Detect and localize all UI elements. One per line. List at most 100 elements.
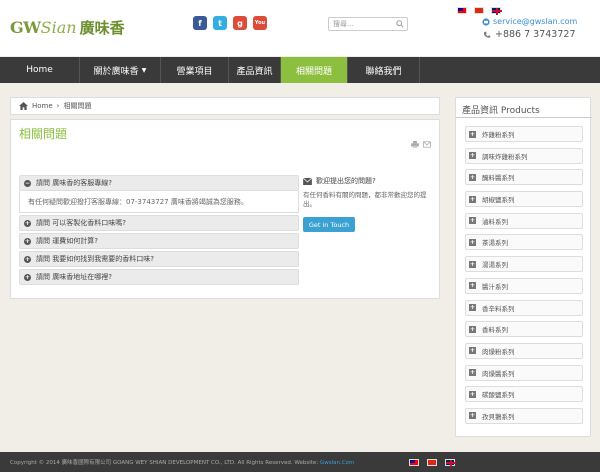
breadcrumb-home[interactable]: Home: [32, 102, 53, 110]
plus-circle-icon: +: [24, 237, 31, 245]
nav-item-contact[interactable]: 聯絡我們: [348, 57, 420, 83]
product-category-item[interactable]: + 胡椒鹽系列: [465, 191, 583, 208]
email-share-icon[interactable]: [423, 141, 431, 148]
ask-title: 歡迎提出您的問題?: [316, 177, 376, 185]
search-placeholder: 搜尋...: [333, 20, 354, 28]
email-icon: [482, 17, 490, 26]
china-flag-icon[interactable]: [427, 459, 437, 466]
twitter-icon[interactable]: t: [213, 16, 227, 30]
plus-icon: +: [469, 282, 476, 290]
page-tools: [411, 141, 431, 148]
faq-question: 請問 可以客製化香料口味嗎?: [36, 219, 126, 227]
phone-icon: [483, 31, 491, 38]
plus-icon: +: [469, 325, 476, 333]
breadcrumb-current: 相關問題: [63, 102, 92, 110]
faq-item[interactable]: + 請問 運費如何計算?: [19, 233, 299, 249]
category-label: 香料系列: [482, 326, 508, 335]
uk-flag-icon[interactable]: [445, 459, 456, 467]
product-category-item[interactable]: + 碳酸鹽系列: [465, 386, 583, 403]
plus-circle-icon: +: [24, 273, 31, 281]
taiwan-flag-icon[interactable]: [409, 459, 419, 466]
nav-label: Home: [26, 65, 53, 75]
plus-icon: +: [469, 260, 476, 268]
nav-item-home[interactable]: Home: [0, 57, 80, 83]
footer-website-link[interactable]: Gwslan.Com: [320, 460, 354, 466]
faq-question: 請問 廣味香的客服專線?: [36, 179, 112, 187]
breadcrumb: Home › 相關問題: [10, 97, 440, 115]
plus-icon: +: [469, 238, 476, 246]
product-category-item[interactable]: + 湯湯系列: [465, 256, 583, 273]
nav-item-services[interactable]: 營業項目: [161, 57, 229, 83]
email-text: service@gwslan.com: [493, 17, 578, 26]
sidebar-title: 產品資訊 Products: [462, 106, 540, 116]
category-label: 孜貝鵝系列: [482, 412, 515, 421]
faq-question: 請問 運費如何計算?: [36, 237, 98, 245]
search-icon[interactable]: [396, 20, 404, 28]
product-category-item[interactable]: + 炸雞粉系列: [465, 126, 583, 142]
nav-item-about[interactable]: 關於廣味香 ▼: [80, 57, 161, 83]
product-category-item[interactable]: + 醬汁系列: [465, 277, 583, 294]
search-input[interactable]: 搜尋...: [328, 17, 408, 31]
google-plus-icon[interactable]: g: [233, 16, 247, 30]
category-label: 碳酸鹽系列: [482, 391, 515, 400]
faq-question: 請問 我要如何找到我需要的香料口味?: [36, 255, 154, 263]
product-category-item[interactable]: + 茶湯系列: [465, 234, 583, 251]
faq-item[interactable]: + 請問 廣味香地址在哪裡?: [19, 269, 299, 285]
product-category-item[interactable]: + 調味炸雞粉系列: [465, 147, 583, 164]
facebook-icon[interactable]: f: [193, 16, 207, 30]
faq-answer-text: 有任何疑問歡迎撥打客服專線：07-3743727 廣味香將竭誠為您服務。: [28, 197, 248, 206]
product-category-item[interactable]: + 滷料系列: [465, 212, 583, 229]
site-logo[interactable]: GW Sian 廣味香: [10, 14, 125, 40]
china-flag-icon[interactable]: [474, 7, 484, 14]
category-label: 醬汁系列: [482, 282, 508, 291]
product-category-item[interactable]: + 肉燥粉系列: [465, 342, 583, 359]
plus-icon: +: [469, 412, 476, 420]
page-title: 相關問題: [19, 127, 68, 141]
contact-phone: +886 7 3743727: [483, 29, 576, 40]
product-category-item[interactable]: + 醃料醬系列: [465, 169, 583, 186]
logo-script: Sian: [40, 17, 77, 37]
product-category-item[interactable]: + 肉燥醬系列: [465, 364, 583, 381]
envelope-icon: [303, 177, 312, 185]
youtube-icon[interactable]: You: [253, 16, 267, 30]
faq-panel: 相關問題 − 請問 廣味香的客服專線? 有任何疑問歡迎撥打客服專線：07-374…: [10, 119, 440, 299]
social-links: f t g You: [193, 16, 267, 30]
plus-icon: +: [469, 390, 476, 398]
nav-label: 聯絡我們: [365, 66, 402, 77]
phone-text: +886 7 3743727: [495, 29, 576, 40]
logo-latin: GW: [10, 17, 41, 37]
product-category-item[interactable]: + 香料系列: [465, 321, 583, 338]
plus-icon: +: [469, 130, 476, 138]
get-in-touch-button[interactable]: Get in Touch: [303, 217, 355, 232]
language-flags: [457, 7, 502, 15]
caret-down-icon: ▼: [141, 66, 147, 74]
breadcrumb-separator: ›: [56, 102, 60, 110]
plus-icon: +: [469, 304, 476, 311]
faq-item[interactable]: + 請問 可以客製化香料口味嗎?: [19, 215, 299, 231]
product-category-item[interactable]: + 孜貝鵝系列: [465, 407, 583, 424]
contact-email[interactable]: service@gwslan.com: [482, 17, 577, 26]
print-icon[interactable]: [411, 141, 419, 148]
nav-label: 產品資訊: [236, 66, 273, 77]
logo-chinese: 廣味香: [79, 18, 125, 37]
product-category-item[interactable]: + 香辛料系列: [465, 299, 583, 316]
category-label: 肉燥醬系列: [482, 369, 515, 378]
minus-circle-icon: −: [24, 179, 31, 187]
product-category-list: + 炸雞粉系列 + 調味炸雞粉系列 + 醃料醬系列 + 胡椒鹽系列 + 滷料系列 + 茶湯系…: [465, 126, 583, 430]
ask-title-row: 歡迎提出您的問題?: [303, 176, 439, 186]
faq-accordion: − 請問 廣味香的客服專線? 有任何疑問歡迎撥打客服專線：07-3743727 …: [19, 175, 299, 287]
nav-label: 相關問題: [295, 66, 332, 77]
category-label: 茶湯系列: [482, 239, 508, 248]
products-sidebar: 產品資訊 Products + 炸雞粉系列 + 調味炸雞粉系列 + 醃料醬系列 + 胡椒…: [455, 97, 592, 437]
nav-item-faq[interactable]: 相關問題: [281, 57, 348, 83]
taiwan-flag-icon[interactable]: [457, 7, 467, 14]
home-icon[interactable]: [19, 102, 28, 110]
uk-flag-icon[interactable]: [491, 7, 502, 15]
nav-item-products[interactable]: 產品資訊: [229, 57, 281, 83]
plus-icon: +: [469, 173, 476, 181]
faq-item[interactable]: + 請問 我要如何找到我需要的香料口味?: [19, 251, 299, 267]
main-nav: Home 關於廣味香 ▼ 營業項目 產品資訊 相關問題 聯絡我們: [0, 57, 600, 83]
category-label: 滷料系列: [482, 217, 508, 226]
faq-item-open[interactable]: − 請問 廣味香的客服專線?: [19, 175, 299, 191]
nav-label: 營業項目: [176, 66, 213, 77]
